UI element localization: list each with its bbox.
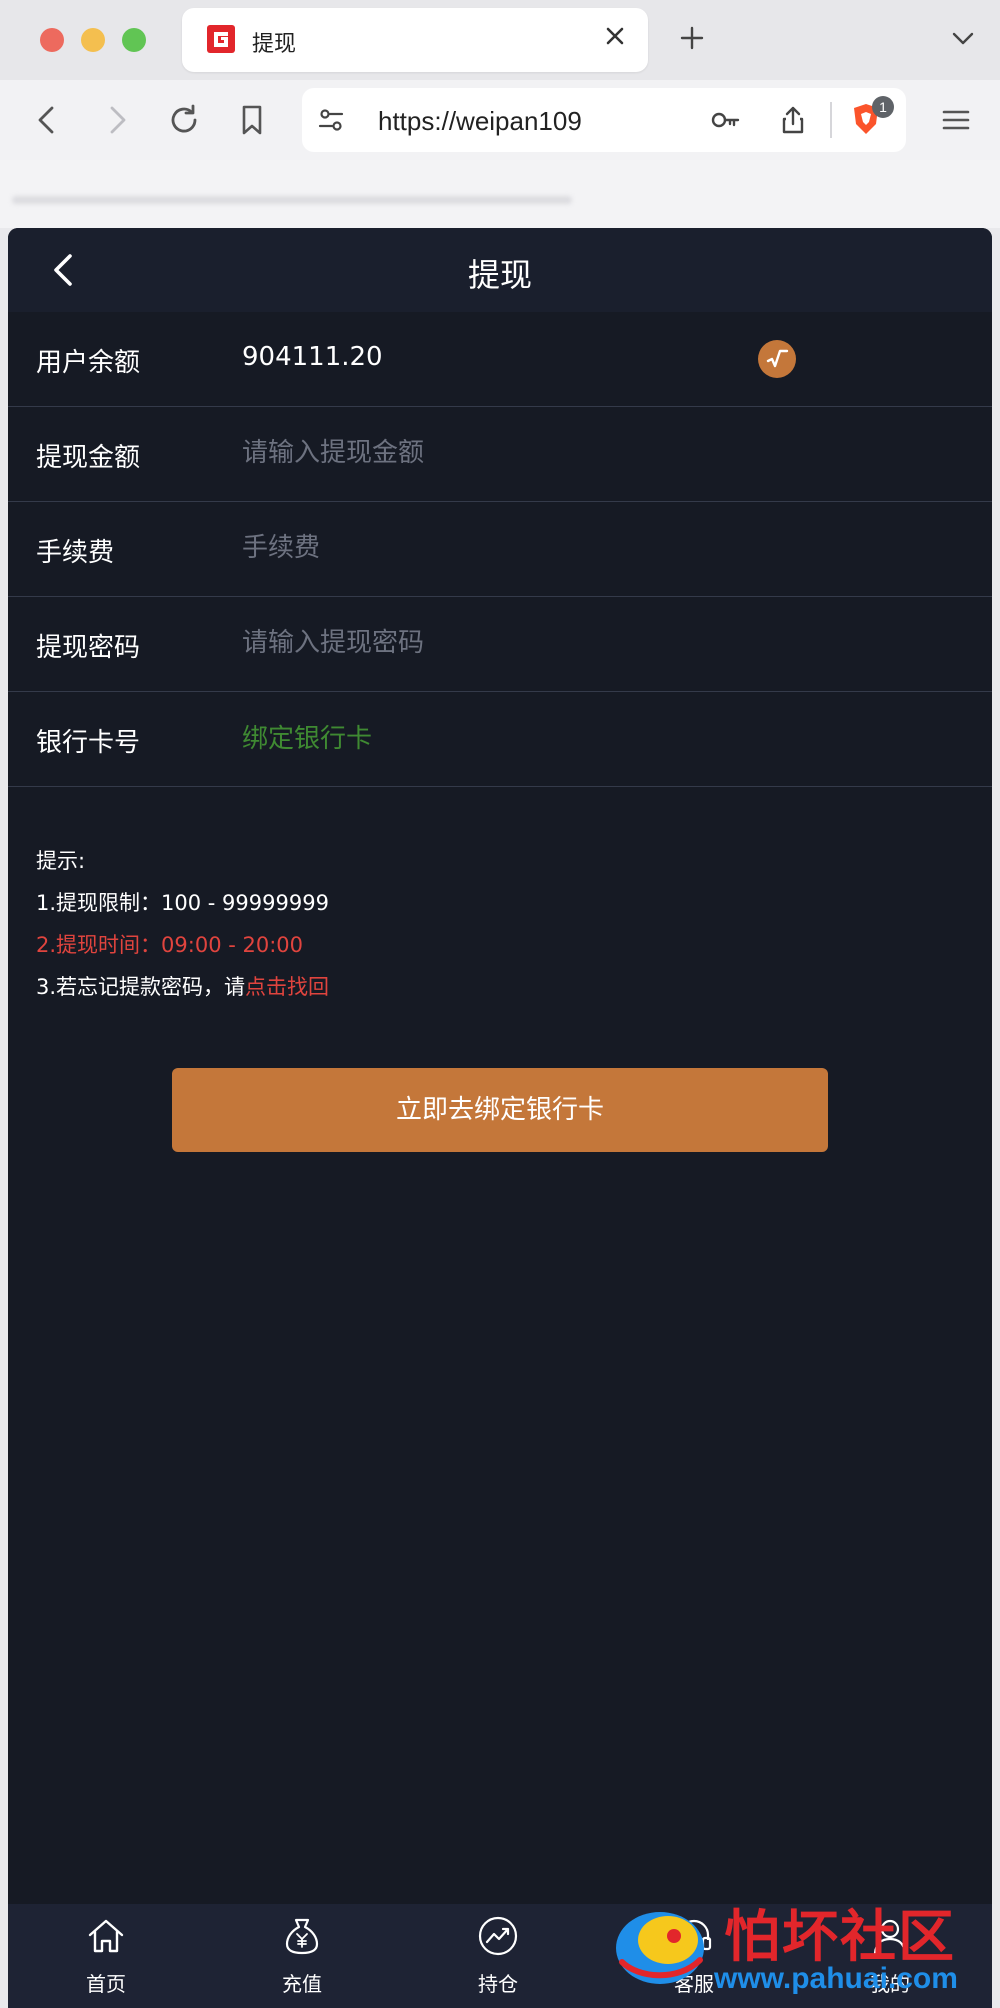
amount-label: 提现金额	[36, 443, 141, 473]
tip-forgot-text: 3.若忘记提款密码，请	[36, 975, 246, 999]
money-bag-icon	[285, 1918, 319, 1955]
balance-value: 904111.20	[242, 342, 383, 372]
url-text[interactable]: https://weipan109	[378, 106, 582, 137]
bookmark-icon[interactable]	[234, 102, 270, 138]
maximize-window-button[interactable]	[122, 28, 146, 52]
bank-card-label: 银行卡号	[36, 728, 141, 758]
balance-label: 用户余额	[36, 348, 141, 378]
minimize-window-button[interactable]	[81, 28, 105, 52]
browser-toolbar: https://weipan109 1	[0, 80, 1000, 160]
tips-section: 提示: 1.提现限制：100 - 99999999 2.提现时间：09:00 -…	[36, 840, 329, 1008]
balance-row: 用户余额 904111.20	[8, 312, 992, 407]
nav-label-recharge: 充值	[282, 1972, 322, 1996]
key-icon[interactable]	[710, 105, 740, 135]
fee-input	[242, 524, 802, 572]
close-tab-icon[interactable]	[602, 23, 628, 49]
address-bar[interactable]: https://weipan109	[302, 88, 906, 152]
browser-tab[interactable]: 提现	[182, 8, 648, 72]
app-header: 提现	[8, 228, 992, 312]
chevron-down-icon[interactable]	[950, 28, 976, 48]
shields-count-badge: 1	[872, 96, 894, 118]
password-label: 提现密码	[36, 633, 141, 663]
reload-icon[interactable]	[166, 102, 202, 138]
back-arrow-icon[interactable]	[30, 102, 66, 138]
bind-bank-card-button[interactable]: 立即去绑定银行卡	[172, 1068, 828, 1152]
tip-forgot-password: 3.若忘记提款密码，请点击找回	[36, 966, 329, 1008]
tip-withdraw-limit: 1.提现限制：100 - 99999999	[36, 891, 329, 915]
recover-password-link[interactable]: 点击找回	[245, 975, 329, 999]
site-favicon-icon	[207, 25, 235, 53]
nav-item-positions[interactable]: 持仓	[400, 1904, 596, 2008]
bank-card-row: 银行卡号 绑定银行卡	[8, 692, 992, 787]
chart-icon	[478, 1916, 518, 1956]
nav-label-positions: 持仓	[478, 1972, 518, 1996]
close-window-button[interactable]	[40, 28, 64, 52]
home-icon	[88, 1919, 124, 1953]
nav-item-home[interactable]: 首页	[8, 1904, 204, 2008]
page-title: 提现	[467, 256, 532, 294]
share-icon[interactable]	[778, 105, 808, 135]
watermark-title: 怕坏社区	[724, 1904, 956, 1970]
watermark-logo-icon	[616, 1912, 704, 1984]
refresh-balance-icon[interactable]	[758, 340, 796, 378]
forward-arrow-icon[interactable]	[98, 102, 134, 138]
password-input[interactable]	[242, 619, 802, 667]
tips-title: 提示:	[36, 849, 86, 873]
watermark-url: www.pahuai.com	[714, 1962, 958, 1995]
blurred-bookmarks-strip	[0, 160, 1000, 228]
amount-row: 提现金额	[8, 407, 992, 502]
tip-withdraw-time: 2.提现时间：09:00 - 20:00	[36, 933, 304, 957]
fee-label: 手续费	[36, 538, 115, 568]
password-row: 提现密码	[8, 597, 992, 692]
browser-tab-bar: 提现	[0, 0, 1000, 80]
tab-title: 提现	[252, 32, 297, 57]
address-bar-divider	[830, 102, 832, 138]
blurred-content	[12, 196, 572, 204]
bind-bank-card-link[interactable]: 绑定银行卡	[242, 718, 372, 755]
hamburger-menu-icon[interactable]	[938, 102, 974, 138]
nav-item-recharge[interactable]: 充值	[204, 1904, 400, 2008]
new-tab-icon[interactable]	[678, 24, 706, 52]
nav-label-home: 首页	[86, 1972, 126, 1996]
site-settings-icon[interactable]	[316, 105, 346, 135]
app-view: 提现 用户余额 904111.20 提现金额 手续费 提现密码 银行卡号 绑定银…	[8, 228, 992, 2008]
amount-input[interactable]	[242, 429, 802, 477]
watermark: 怕坏社区 www.pahuai.com	[608, 1892, 992, 2004]
fee-row: 手续费	[8, 502, 992, 597]
